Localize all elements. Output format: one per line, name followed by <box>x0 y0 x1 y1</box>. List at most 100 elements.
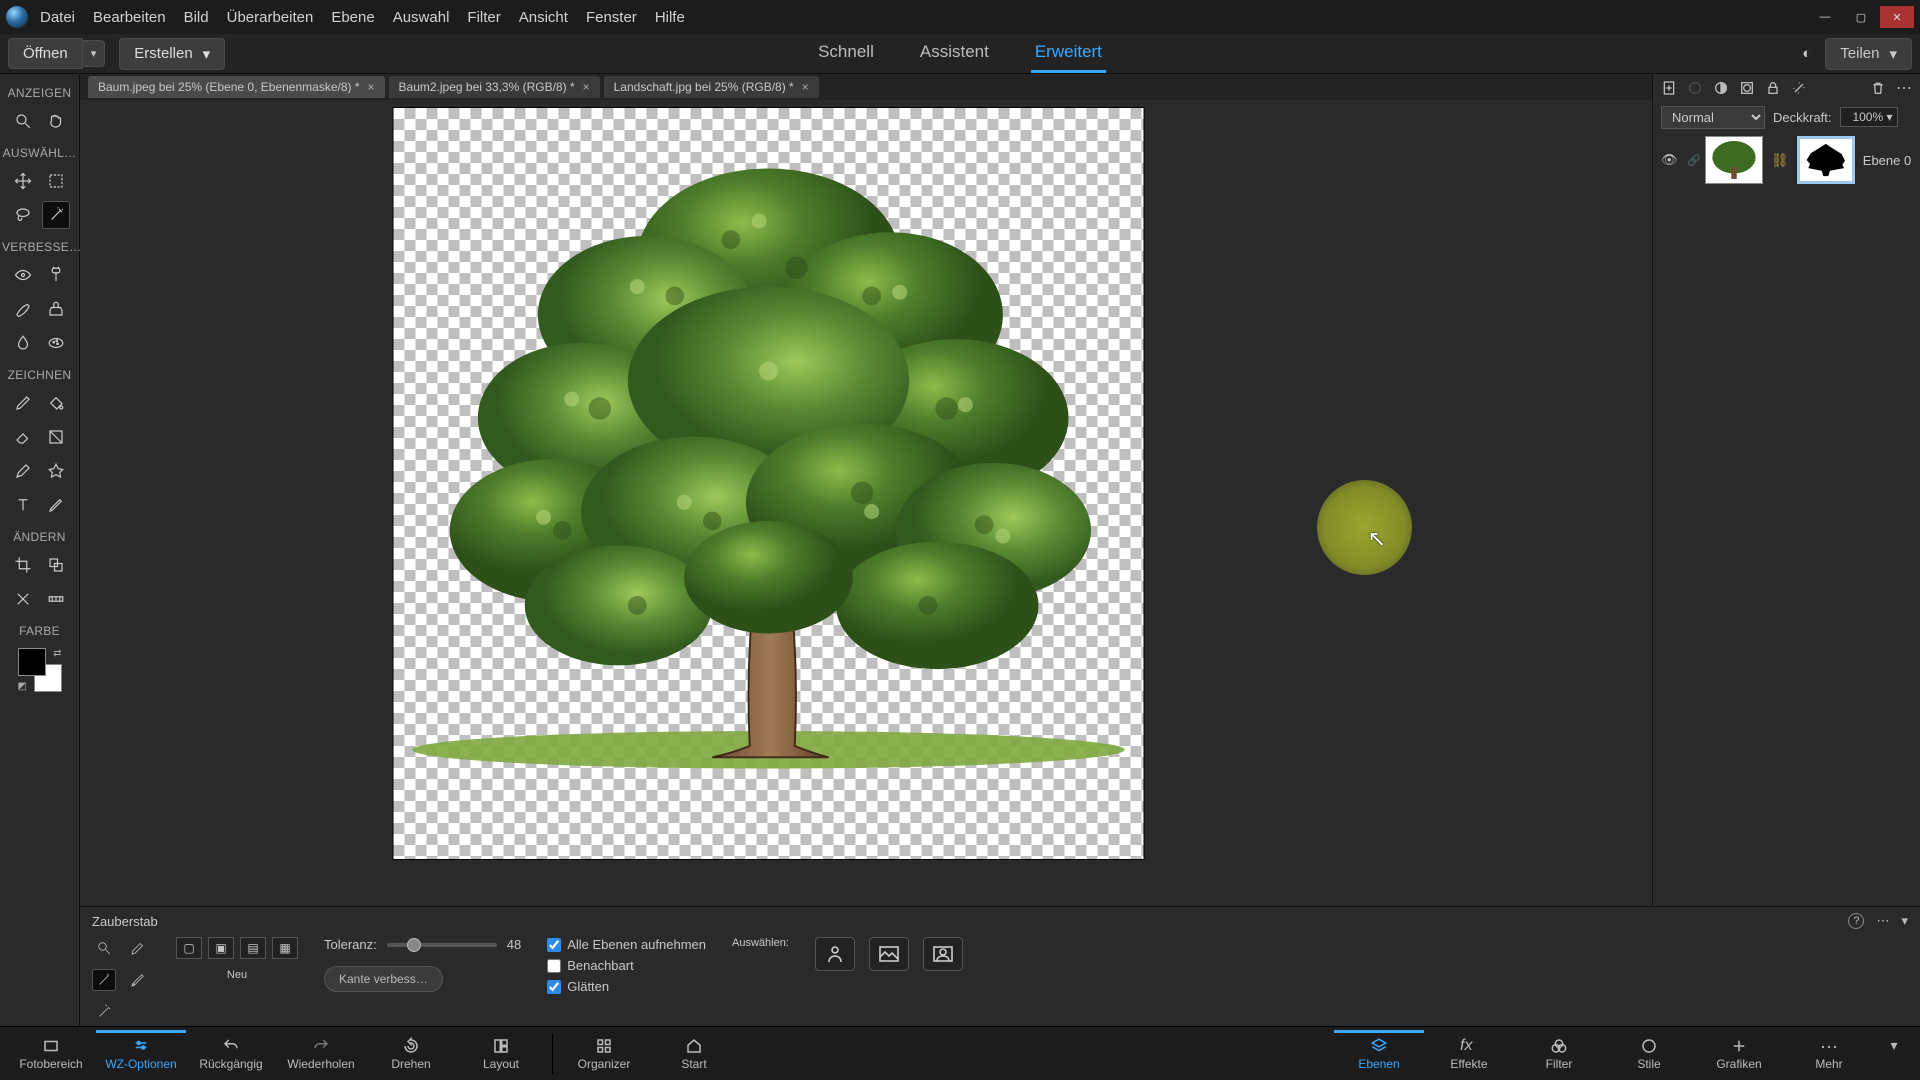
layer-fx-icon[interactable] <box>1791 80 1807 96</box>
panel-menu-icon[interactable]: ⋯ <box>1896 78 1912 98</box>
layer-mask-icon[interactable] <box>1739 80 1755 96</box>
opacity-input[interactable]: 100% ▾ <box>1840 107 1898 127</box>
nav-ebenen[interactable]: Ebenen <box>1334 1030 1424 1075</box>
select-background-button[interactable] <box>869 937 909 971</box>
document-canvas[interactable] <box>394 108 1144 859</box>
tab-erweitert[interactable]: Erweitert <box>1031 34 1106 73</box>
add-selection-mode[interactable]: ▣ <box>208 937 234 959</box>
nav-stile[interactable]: Stile <box>1604 1033 1694 1075</box>
nav-collapse[interactable]: ▾ <box>1874 1033 1914 1075</box>
layer-row-0[interactable]: 👁 🔗 ⛓ Ebene 0 <box>1653 132 1920 188</box>
doc-tab-0[interactable]: Baum.jpeg bei 25% (Ebene 0, Ebenenmaske/… <box>88 76 385 98</box>
delete-layer-icon[interactable] <box>1870 80 1886 96</box>
close-tab-icon[interactable]: × <box>802 80 809 94</box>
lock-layer-icon[interactable] <box>1765 80 1781 96</box>
content-aware-move-tool[interactable] <box>9 585 37 613</box>
panel-more-icon[interactable]: ⋯ <box>1876 913 1889 929</box>
menu-bild[interactable]: Bild <box>184 9 209 26</box>
mask-link-icon[interactable]: ⛓ <box>1771 152 1789 169</box>
nav-organizer[interactable]: Organizer <box>559 1033 649 1075</box>
refine-selection-subtool[interactable] <box>126 969 150 991</box>
quick-selection-subtool[interactable] <box>92 937 116 959</box>
window-close-button[interactable]: ✕ <box>1880 6 1914 28</box>
canvas-area[interactable]: ↖ <box>80 100 1652 988</box>
tab-schnell[interactable]: Schnell <box>814 34 878 73</box>
nav-start[interactable]: Start <box>649 1033 739 1075</box>
color-swatch[interactable]: ⇄ ◩ <box>18 648 62 692</box>
new-layer-icon[interactable] <box>1661 80 1677 96</box>
paint-bucket-tool[interactable] <box>42 389 70 417</box>
move-tool[interactable] <box>9 167 37 195</box>
eyedropper-tool[interactable] <box>9 457 37 485</box>
nav-grafiken[interactable]: Grafiken <box>1694 1033 1784 1075</box>
refine-edge-button[interactable]: Kante verbess… <box>324 966 443 992</box>
blur-tool[interactable] <box>9 329 37 357</box>
layer-name[interactable]: Ebene 0 <box>1863 153 1911 168</box>
straighten-tool[interactable] <box>42 585 70 613</box>
clone-stamp-tool[interactable] <box>42 295 70 323</box>
tab-assistent[interactable]: Assistent <box>916 34 993 73</box>
help-icon[interactable]: ? <box>1848 913 1864 929</box>
menu-ebene[interactable]: Ebene <box>331 9 374 26</box>
nav-wz-optionen[interactable]: WZ-Optionen <box>96 1030 186 1075</box>
menu-auswahl[interactable]: Auswahl <box>393 9 450 26</box>
gradient-tool[interactable] <box>42 423 70 451</box>
intersect-selection-mode[interactable]: ▦ <box>272 937 298 959</box>
nav-fotobereich[interactable]: Fotobereich <box>6 1033 96 1075</box>
contiguous-checkbox[interactable]: Benachbart <box>547 958 634 973</box>
menu-ueberarbeiten[interactable]: Überarbeiten <box>227 9 314 26</box>
nav-filter[interactable]: Filter <box>1514 1033 1604 1075</box>
close-tab-icon[interactable]: × <box>368 80 375 94</box>
lasso-tool[interactable] <box>9 201 37 229</box>
new-selection-mode[interactable]: ▢ <box>176 937 202 959</box>
menu-bearbeiten[interactable]: Bearbeiten <box>93 9 166 26</box>
menu-fenster[interactable]: Fenster <box>586 9 637 26</box>
window-maximize-button[interactable]: ▢ <box>1844 6 1878 28</box>
layer-visibility-icon[interactable]: 👁 <box>1661 152 1679 168</box>
smart-brush-tool[interactable] <box>9 295 37 323</box>
share-button[interactable]: Teilen▾ <box>1825 38 1912 70</box>
select-sky-button[interactable] <box>923 937 963 971</box>
open-dropdown[interactable]: ▾ <box>83 40 106 67</box>
blend-mode-select[interactable]: Normal <box>1661 106 1765 129</box>
close-tab-icon[interactable]: × <box>583 80 590 94</box>
menu-hilfe[interactable]: Hilfe <box>655 9 685 26</box>
tolerance-slider[interactable] <box>387 943 497 947</box>
create-button[interactable]: Erstellen▾ <box>119 38 225 70</box>
nav-rueckgaengig[interactable]: Rückgängig <box>186 1033 276 1075</box>
menu-ansicht[interactable]: Ansicht <box>519 9 568 26</box>
select-subject-button[interactable] <box>815 937 855 971</box>
crop-tool[interactable] <box>9 551 37 579</box>
window-minimize-button[interactable]: — <box>1808 6 1842 28</box>
antialias-checkbox[interactable]: Glätten <box>547 979 609 994</box>
recompose-tool[interactable] <box>42 551 70 579</box>
doc-tab-2[interactable]: Landschaft.jpg bei 25% (RGB/8) *× <box>604 76 819 98</box>
selection-brush-subtool[interactable] <box>126 937 150 959</box>
theme-toggle-icon[interactable]: ◐ <box>1802 45 1811 62</box>
marquee-tool[interactable] <box>42 167 70 195</box>
hand-tool[interactable] <box>42 107 70 135</box>
doc-tab-1[interactable]: Baum2.jpeg bei 33,3% (RGB/8) *× <box>389 76 600 98</box>
auto-selection-subtool[interactable] <box>92 1001 116 1023</box>
magic-wand-tool[interactable] <box>42 201 70 229</box>
nav-wiederholen[interactable]: Wiederholen <box>276 1033 366 1075</box>
nav-mehr[interactable]: ⋯Mehr <box>1784 1033 1874 1075</box>
eraser-tool[interactable] <box>9 423 37 451</box>
menu-filter[interactable]: Filter <box>467 9 500 26</box>
magic-wand-subtool[interactable] <box>92 969 116 991</box>
nav-effekte[interactable]: fxEffekte <box>1424 1033 1514 1075</box>
shape-tool[interactable] <box>42 457 70 485</box>
swap-colors-icon[interactable]: ⇄ <box>53 648 61 659</box>
tolerance-value[interactable]: 48 <box>507 937 521 952</box>
redeye-tool[interactable] <box>9 261 37 289</box>
nav-layout[interactable]: Layout <box>456 1033 546 1075</box>
panel-collapse-icon[interactable]: ▾ <box>1901 913 1908 929</box>
zoom-tool[interactable] <box>9 107 37 135</box>
subtract-selection-mode[interactable]: ▤ <box>240 937 266 959</box>
adjustment-layer-icon[interactable] <box>1713 80 1729 96</box>
brush-tool[interactable] <box>9 389 37 417</box>
nav-drehen[interactable]: Drehen <box>366 1033 456 1075</box>
open-button[interactable]: Öffnen <box>8 38 83 69</box>
sponge-tool[interactable] <box>42 329 70 357</box>
menu-datei[interactable]: Datei <box>40 9 75 26</box>
